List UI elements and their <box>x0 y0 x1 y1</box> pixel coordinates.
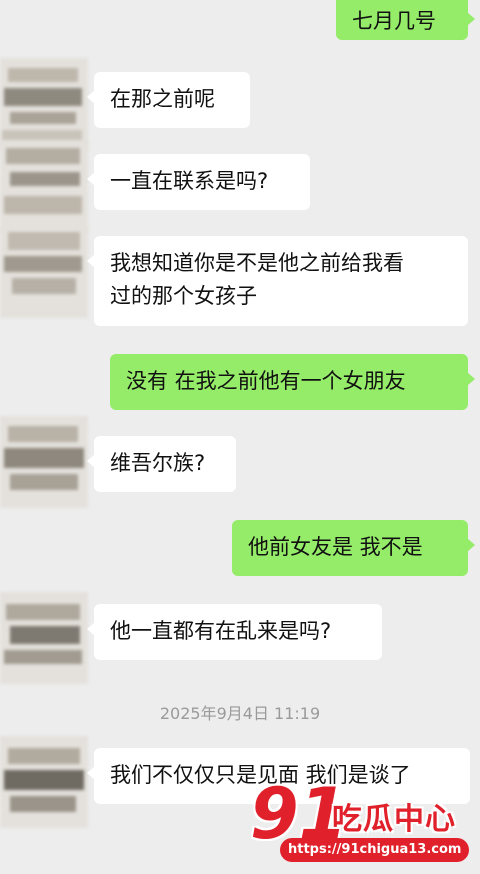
contact-avatar[interactable] <box>0 416 88 508</box>
message-bubble-incoming[interactable]: 一直在联系是吗? <box>87 154 310 210</box>
message-bubble-outgoing[interactable]: 他前女友是 我不是 <box>232 520 475 576</box>
watermark-url: https://91chigua13.com <box>280 838 470 862</box>
contact-avatar[interactable] <box>0 592 88 684</box>
contact-avatar[interactable] <box>0 736 88 828</box>
watermark-site-name: 吃瓜中心 <box>332 802 456 837</box>
site-watermark: 91 吃瓜中心 https://91chigua13.com <box>250 774 470 866</box>
message-bubble-incoming[interactable]: 他一直都有在乱来是吗? <box>87 604 382 660</box>
message-bubble-outgoing[interactable]: 七月几号 <box>336 0 475 40</box>
contact-avatar[interactable] <box>0 226 88 318</box>
message-bubble-incoming[interactable]: 我想知道你是不是他之前给我看 过的那个女孩子 <box>87 236 468 326</box>
message-bubble-incoming[interactable]: 在那之前呢 <box>87 72 250 128</box>
message-bubble-outgoing[interactable]: 没有 在我之前他有一个女朋友 <box>110 354 475 410</box>
contact-avatar[interactable] <box>0 140 88 232</box>
contact-avatar[interactable] <box>0 58 88 150</box>
message-timestamp: 2025年9月4日 11:19 <box>159 704 321 723</box>
message-bubble-incoming[interactable]: 维吾尔族? <box>87 436 236 492</box>
